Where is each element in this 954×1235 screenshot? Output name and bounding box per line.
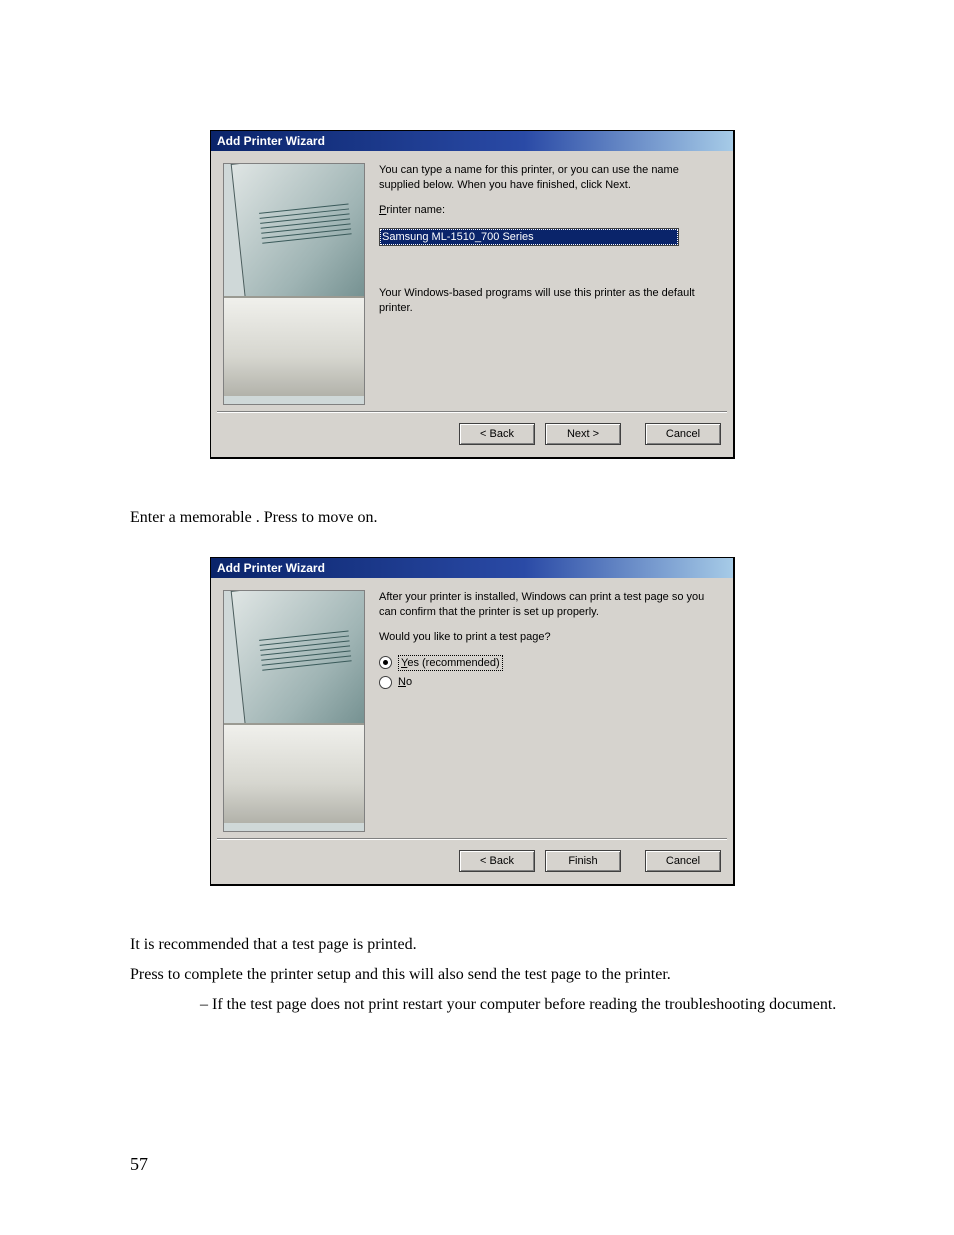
cancel-button[interactable]: Cancel (645, 850, 721, 872)
back-button[interactable]: < Back (459, 423, 535, 445)
page-number: 57 (130, 1154, 148, 1175)
wizard-intro-text: After your printer is installed, Windows… (379, 590, 721, 620)
caption-press-finish: Press to complete the printer setup and … (130, 966, 844, 984)
add-printer-wizard-testpage-dialog: Add Printer Wizard After your printer is… (210, 557, 735, 886)
wizard-illustration (223, 590, 365, 832)
radio-yes[interactable]: Yes (recommended) (379, 655, 721, 672)
radio-icon (379, 656, 392, 669)
dialog-title: Add Printer Wizard (211, 131, 733, 151)
test-page-question: Would you like to print a test page? (379, 630, 721, 645)
add-printer-wizard-name-dialog: Add Printer Wizard You can type a name f… (210, 130, 735, 459)
printer-name-input[interactable]: Samsung ML-1510_700 Series (379, 228, 679, 247)
radio-icon (379, 676, 392, 689)
wizard-intro-text: You can type a name for this printer, or… (379, 163, 721, 193)
cancel-button[interactable]: Cancel (645, 423, 721, 445)
caption-recommend-test: It is recommended that a test page is pr… (130, 936, 844, 954)
caption-enter-name: Enter a memorable . Press to move on. (130, 509, 844, 527)
default-printer-note: Your Windows-based programs will use thi… (379, 286, 721, 316)
next-button[interactable]: Next > (545, 423, 621, 445)
finish-button[interactable]: Finish (545, 850, 621, 872)
radio-no[interactable]: No (379, 675, 721, 690)
caption-troubleshoot: – If the test page does not print restar… (130, 996, 844, 1014)
back-button[interactable]: < Back (459, 850, 535, 872)
printer-name-label: Printer name: (379, 203, 721, 218)
dialog-title: Add Printer Wizard (211, 558, 733, 578)
wizard-illustration (223, 163, 365, 405)
